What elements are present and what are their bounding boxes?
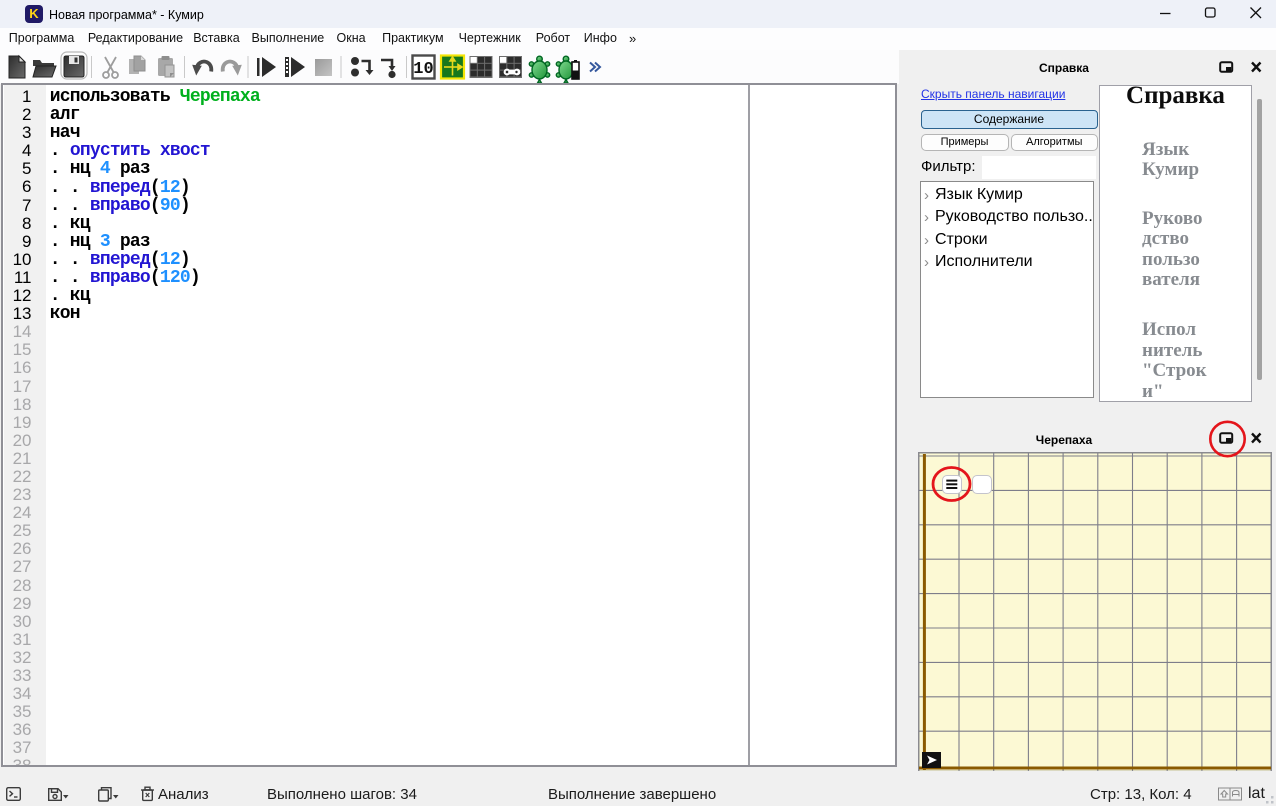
svg-text:10: 10 [413,60,433,79]
